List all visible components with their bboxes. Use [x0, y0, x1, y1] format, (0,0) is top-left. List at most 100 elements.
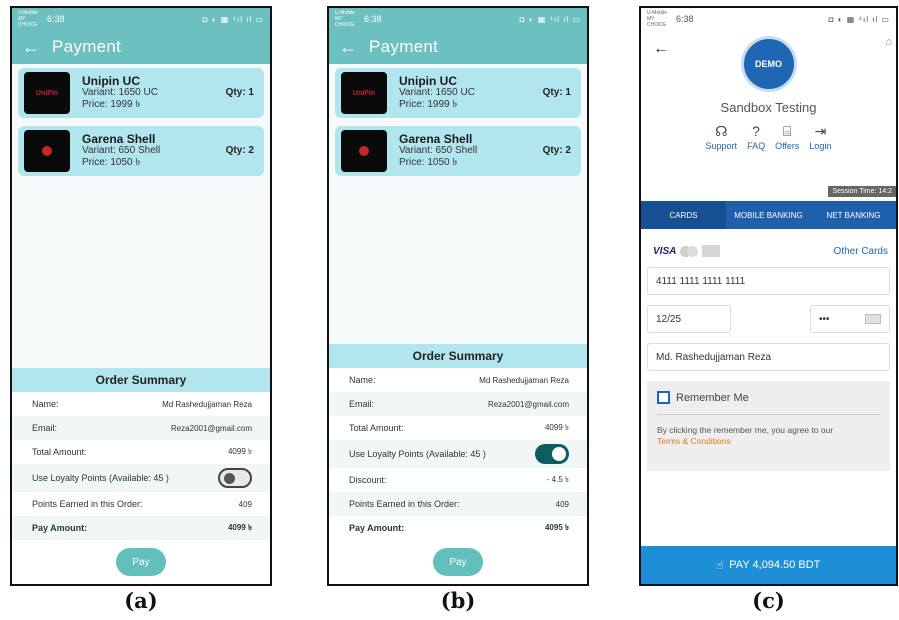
cart-items: UniPin Unipin UC Variant: 1650 UC Price:…: [329, 64, 587, 188]
payment-method-tabs: CARDS MOBILE BANKING NET BANKING: [641, 201, 896, 229]
status-bar: U-Mobile MY CHOICE 6:38 ◘ ◐ ▦ ⁴ıl ıl ▭: [329, 8, 587, 30]
product-price: Price: 1050 ৳: [399, 157, 458, 168]
row-label: Points Earned in this Order:: [32, 499, 143, 509]
remember-me-checkbox[interactable]: [657, 391, 670, 404]
summary-row-points: Points Earned in this Order: 409: [12, 492, 270, 516]
support-link[interactable]: ☊ Support: [706, 123, 738, 151]
cardholder-name-input[interactable]: Md. Rashedujjaman Reza: [647, 343, 890, 371]
row-value: 409: [238, 499, 252, 509]
summary-row-loyalty: Use Loyalty Points (Available: 45 ): [329, 440, 587, 468]
order-summary-title: Order Summary: [12, 368, 270, 392]
terms-link[interactable]: Terms & Conditions: [657, 436, 731, 446]
link-label: Login: [809, 141, 832, 151]
back-arrow-icon[interactable]: ←: [339, 37, 369, 58]
back-arrow-icon[interactable]: ←: [22, 37, 52, 58]
summary-row-name: Name: Md Rashedujjaman Reza: [12, 392, 270, 416]
clock: 6:38: [47, 14, 65, 24]
remember-note: By clicking the remember me, you agree t…: [657, 425, 834, 435]
tab-mobile-banking[interactable]: MOBILE BANKING: [726, 201, 811, 229]
row-value: 4099 ৳: [227, 446, 252, 456]
row-label: Pay Amount:: [32, 523, 88, 533]
cvv-input[interactable]: •••: [810, 305, 890, 333]
pay-button[interactable]: Pay: [433, 548, 483, 576]
loyalty-toggle[interactable]: [218, 468, 252, 488]
status-icons: ◘ ◐ ▦ ⁴ıl ıl ▭: [202, 14, 264, 24]
other-cards-link[interactable]: Other Cards: [834, 246, 888, 257]
product-price: Price: 1050 ৳: [82, 157, 141, 168]
row-label: Points Earned in this Order:: [349, 499, 460, 509]
row-label: Use Loyalty Points (Available: 45 ): [32, 473, 169, 483]
cart-item: UniPin Unipin UC Variant: 1650 UC Price:…: [18, 68, 264, 118]
row-label: Pay Amount:: [349, 523, 405, 533]
mastercard-icon: [680, 245, 699, 257]
product-thumbnail: UniPin: [24, 72, 70, 114]
faq-link[interactable]: ? FAQ: [747, 123, 765, 151]
product-name: Garena Shell: [82, 132, 156, 146]
merchant-name: Sandbox Testing: [720, 100, 817, 115]
product-variant: Variant: 1650 UC: [82, 87, 158, 98]
offers-link[interactable]: ⌸ Offers: [775, 123, 799, 151]
status-bar: U-Mobile MY CHOICE 6:38 ◘ ◐ ▦ ⁴ıl ıl ▭: [641, 8, 896, 30]
language-icon[interactable]: ⌂: [885, 36, 892, 48]
status-icons: ◘ ◐ ▦ ⁴ıl ıl ▭: [519, 14, 581, 24]
summary-row-pay-amount: Pay Amount: 4099 ৳: [12, 516, 270, 540]
row-value: Reza2001@gmail.com: [170, 423, 252, 433]
product-variant: Variant: 650 Shell: [399, 145, 478, 156]
pay-now-button[interactable]: ☝ PAY 4,094.50 BDT: [641, 546, 896, 584]
product-variant: Variant: 1650 UC: [399, 87, 475, 98]
loyalty-toggle[interactable]: [535, 444, 569, 464]
login-icon: ⇥: [814, 123, 827, 139]
cart-items: UniPin Unipin UC Variant: 1650 UC Price:…: [12, 64, 270, 188]
hand-tap-icon: ☝: [716, 559, 724, 572]
link-label: FAQ: [747, 141, 766, 151]
product-name: Garena Shell: [399, 132, 473, 146]
row-label: Email:: [32, 423, 58, 433]
phone-screen-b: U-Mobile MY CHOICE 6:38 ◘ ◐ ▦ ⁴ıl ıl ▭ ← …: [327, 6, 589, 586]
order-summary: Order Summary Name: Md Rashedujjaman Reza…: [12, 368, 270, 584]
caption-a: (a): [124, 588, 158, 613]
row-label: Total Amount:: [349, 423, 404, 433]
cart-item: Garena Shell Variant: 650 Shell Price: 1…: [335, 126, 581, 176]
cart-item: Garena Shell Variant: 650 Shell Price: 1…: [18, 126, 264, 176]
summary-row-total: Total Amount: 4099 ৳: [12, 440, 270, 464]
card-number-input[interactable]: 4111 1111 1111 1111: [647, 267, 890, 295]
summary-row-loyalty: Use Loyalty Points (Available: 45 ): [12, 464, 270, 492]
amex-icon: [702, 245, 721, 257]
product-variant: Variant: 650 Shell: [82, 145, 161, 156]
caption-b: (b): [440, 588, 476, 613]
summary-row-name: Name: Md Rashedujjaman Reza: [329, 368, 587, 392]
row-value: - 4.5 ৳: [546, 474, 569, 484]
merchant-logo: DEMO: [740, 36, 797, 92]
tab-cards[interactable]: CARDS: [641, 201, 726, 229]
product-thumbnail: UniPin: [341, 72, 387, 114]
summary-row-discount: Discount: - 4.5 ৳: [329, 468, 587, 492]
merchant-header: ← ⌂ DEMO Sandbox Testing ☊ Support ? FAQ ⌸…: [641, 36, 896, 201]
product-qty: Qty: 2: [225, 145, 254, 156]
summary-row-total: Total Amount: 4099 ৳: [329, 416, 587, 440]
product-qty: Qty: 1: [225, 87, 254, 98]
back-arrow-icon[interactable]: ←: [653, 40, 669, 58]
carrier-label: U-Mobile MY CHOICE: [335, 10, 356, 28]
visa-logo: VISA: [653, 245, 677, 257]
product-name: Unipin UC: [399, 74, 457, 88]
product-thumbnail: [24, 130, 70, 172]
summary-row-points: Points Earned in this Order: 409: [329, 492, 587, 516]
status-icons: ◘ ◐ ▦ ⁴ıl ıl ▭: [828, 14, 890, 24]
product-price: Price: 1999 ৳: [82, 99, 141, 110]
row-label: Use Loyalty Points (Available: 45 ): [349, 449, 486, 459]
gift-icon: ⌸: [783, 123, 792, 139]
product-qty: Qty: 1: [542, 87, 571, 98]
summary-row-email: Email: Reza2001@gmail.com: [329, 392, 587, 416]
tab-net-banking[interactable]: NET BANKING: [811, 201, 896, 229]
login-link[interactable]: ⇥ Login: [809, 123, 831, 151]
link-label: Support: [705, 141, 738, 151]
expiry-input[interactable]: 12/25: [647, 305, 731, 333]
carrier-label: U-Mobile MY CHOICE: [647, 10, 668, 28]
pay-button[interactable]: Pay: [116, 548, 166, 576]
order-summary-title: Order Summary: [329, 344, 587, 368]
row-value: 409: [555, 499, 569, 509]
row-value: Md Rashedujjaman Reza: [479, 375, 569, 385]
row-value: 4095 ৳: [544, 522, 569, 532]
summary-row-email: Email: Reza2001@gmail.com: [12, 416, 270, 440]
header: U-Mobile MY CHOICE 6:38 ◘ ◐ ▦ ⁴ıl ıl ▭ ← …: [329, 8, 587, 64]
